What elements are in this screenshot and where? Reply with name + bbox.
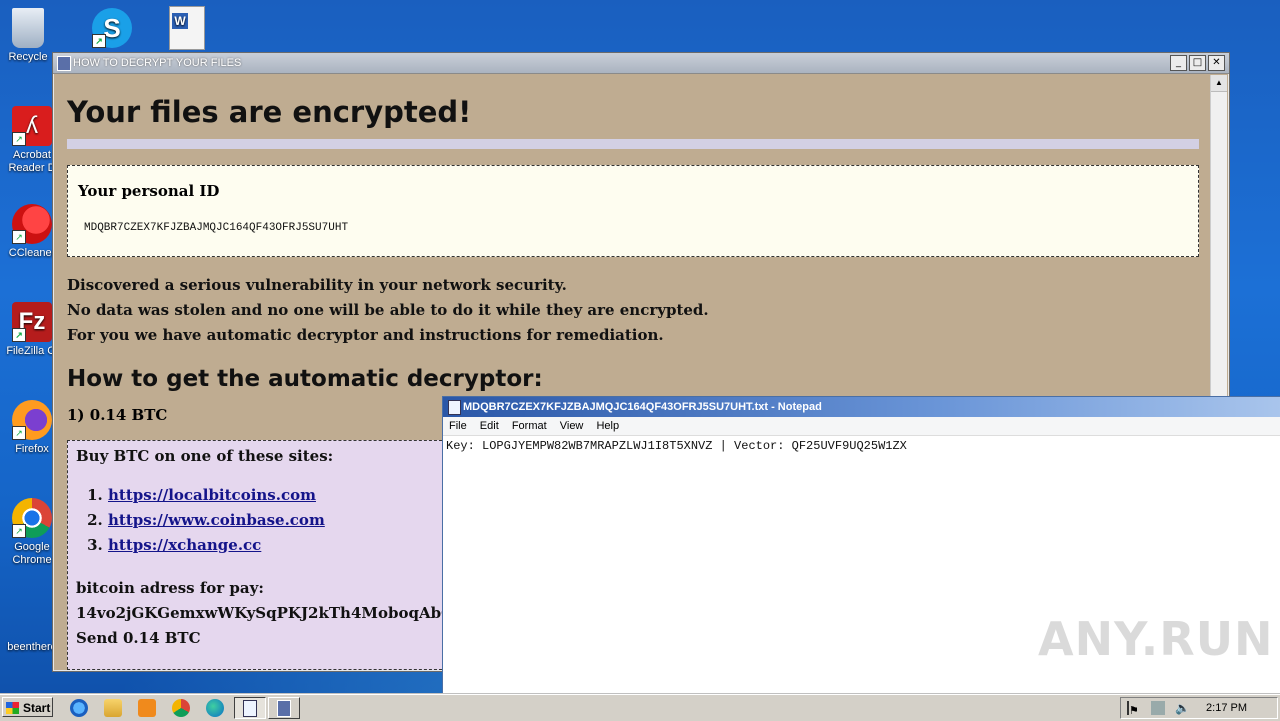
bitcoin-address[interactable]: 14vo2jGKGemxwWKySqPKJ2kTh4MoboqAbG xyxy=(76,601,454,626)
network-icon[interactable] xyxy=(1151,701,1165,715)
start-button[interactable]: Start xyxy=(2,697,53,717)
site-link-xchange[interactable]: https://xchange.cc xyxy=(108,536,261,554)
edge-icon[interactable] xyxy=(206,699,224,717)
internet-explorer-icon[interactable] xyxy=(70,699,88,717)
ransom-message-line: For you we have automatic decryptor and … xyxy=(67,326,664,344)
file-explorer-icon[interactable] xyxy=(104,699,122,717)
notepad-menubar: File Edit Format View Help xyxy=(443,417,1280,436)
skype-icon: S ↗ xyxy=(92,8,132,48)
bitcoin-address-label: bitcoin adress for pay: xyxy=(76,579,264,597)
chrome-taskbar-icon[interactable] xyxy=(172,699,190,717)
notepad-taskbar-icon xyxy=(243,700,257,717)
menu-view[interactable]: View xyxy=(560,420,584,432)
maximize-button[interactable]: □ xyxy=(1189,55,1206,71)
scroll-up-arrow-icon[interactable]: ▲ xyxy=(1211,75,1227,92)
send-instruction: Send 0.14 BTC xyxy=(76,629,201,647)
window-title: HOW TO DECRYPT YOUR FILES xyxy=(73,57,242,69)
word-document-icon: W xyxy=(169,6,205,50)
buy-btc-title: Buy BTC on one of these sites: xyxy=(76,447,334,465)
menu-format[interactable]: Format xyxy=(512,420,547,432)
notepad-title: MDQBR7CZEX7KFJZBAJMQJC164QF43OFRJ5SU7UHT… xyxy=(463,401,822,413)
desktop-icon-skype[interactable]: S ↗ xyxy=(76,8,148,51)
desktop-icon-word-document[interactable]: W xyxy=(151,6,223,53)
filezilla-icon: Fz ↗ xyxy=(12,302,52,342)
btc-sites-list: https://localbitcoins.com https://www.co… xyxy=(76,483,438,558)
divider-bar xyxy=(67,139,1199,149)
app-icon xyxy=(57,56,71,71)
list-item: https://xchange.cc xyxy=(108,533,438,558)
ransom-message-line: No data was stolen and no one will be ab… xyxy=(67,301,709,319)
buy-btc-box: Buy BTC on one of these sites: https://l… xyxy=(67,440,454,670)
recycle-bin-icon xyxy=(12,8,44,48)
menu-edit[interactable]: Edit xyxy=(480,420,499,432)
personal-id-box: Your personal ID MDQBR7CZEX7KFJZBAJMQJC1… xyxy=(67,165,1199,257)
ransom-heading: Your files are encrypted! xyxy=(67,95,472,129)
taskbar-ransom-button[interactable] xyxy=(268,697,300,719)
notepad-icon xyxy=(448,400,461,415)
chrome-icon: ↗ xyxy=(12,498,52,538)
ransom-app-taskbar-icon xyxy=(277,700,291,717)
notepad-titlebar[interactable]: MDQBR7CZEX7KFJZBAJMQJC164QF43OFRJ5SU7UHT… xyxy=(443,397,1280,417)
list-item: https://www.coinbase.com xyxy=(108,508,438,533)
windows-logo-icon xyxy=(6,702,19,714)
firefox-icon: ↗ xyxy=(12,400,52,440)
site-link-localbitcoins[interactable]: https://localbitcoins.com xyxy=(108,486,316,504)
close-button[interactable]: ✕ xyxy=(1208,55,1225,71)
volume-icon[interactable]: 🔈 xyxy=(1175,701,1190,715)
ransom-message-line: Discovered a serious vulnerability in yo… xyxy=(67,276,567,294)
system-tray: ⚑ 🔈 2:17 PM xyxy=(1120,697,1278,719)
menu-help[interactable]: Help xyxy=(596,420,619,432)
list-item: https://localbitcoins.com xyxy=(108,483,438,508)
shortcut-arrow-icon: ↗ xyxy=(12,132,26,146)
shortcut-arrow-icon: ↗ xyxy=(12,230,26,244)
ccleaner-icon: ↗ xyxy=(12,204,52,244)
shortcut-arrow-icon: ↗ xyxy=(12,328,26,342)
site-link-coinbase[interactable]: https://www.coinbase.com xyxy=(108,511,325,529)
decryptor-heading: How to get the automatic decryptor: xyxy=(67,366,543,392)
menu-file[interactable]: File xyxy=(449,420,467,432)
anyrun-watermark: ANY.RUN xyxy=(1038,612,1274,666)
notepad-text-area[interactable]: Key: LOPGJYEMPW82WB7MRAPZLWJ1I8T5XNVZ | … xyxy=(443,436,1280,456)
personal-id-value[interactable]: MDQBR7CZEX7KFJZBAJMQJC164QF43OFRJ5SU7UHT xyxy=(78,222,1188,234)
shortcut-arrow-icon: ↗ xyxy=(92,34,106,48)
acrobat-reader-icon: ʎ ↗ xyxy=(12,106,52,146)
file-icon xyxy=(12,610,52,638)
media-player-icon[interactable] xyxy=(138,699,156,717)
ransom-message: Discovered a serious vulnerability in yo… xyxy=(67,273,1199,348)
action-center-flag-icon[interactable]: ⚑ xyxy=(1127,701,1143,717)
shortcut-arrow-icon: ↗ xyxy=(12,524,26,538)
taskbar-notepad-button[interactable] xyxy=(234,697,266,719)
personal-id-label: Your personal ID xyxy=(78,182,220,200)
clock[interactable]: 2:17 PM xyxy=(1206,698,1247,718)
ransom-window-titlebar[interactable]: HOW TO DECRYPT YOUR FILES _ □ ✕ xyxy=(53,53,1229,74)
minimize-button[interactable]: _ xyxy=(1170,55,1187,71)
start-label: Start xyxy=(23,701,51,715)
taskbar: Start ⚑ 🔈 2:17 PM xyxy=(0,694,1280,721)
shortcut-arrow-icon: ↗ xyxy=(12,426,26,440)
